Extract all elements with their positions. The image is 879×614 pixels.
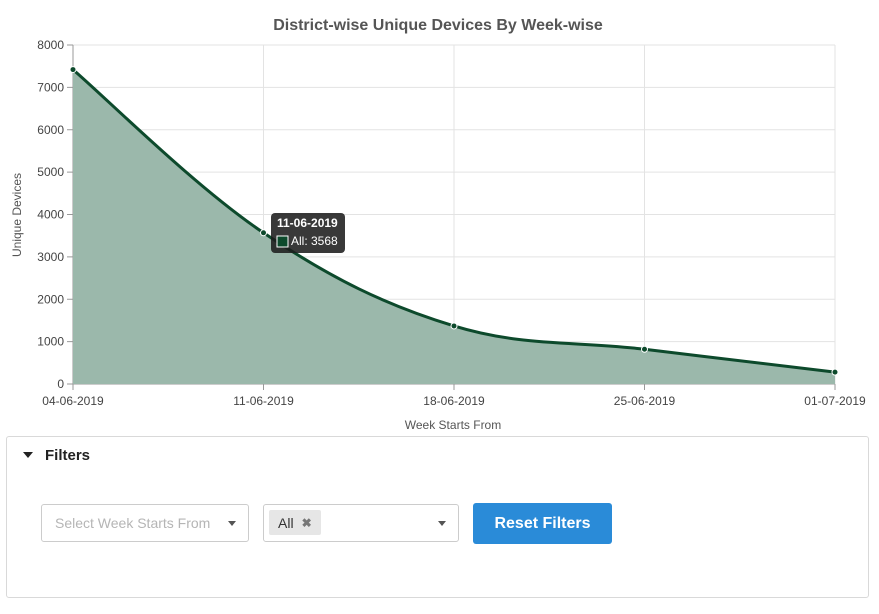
y-tick-label: 4000: [37, 208, 64, 222]
filters-toggle[interactable]: Filters: [23, 447, 90, 464]
data-point: [69, 66, 77, 74]
y-tick-label: 8000: [37, 38, 64, 52]
x-tick-label: 25-06-2019: [614, 394, 676, 408]
caret-down-icon: [23, 451, 33, 458]
x-tick-label: 18-06-2019: [423, 394, 485, 408]
y-axis-label: Unique Devices: [10, 173, 24, 257]
x-tick-label: 04-06-2019: [42, 394, 104, 408]
filters-title: Filters: [45, 447, 91, 464]
y-axis-ticks: 0 1000 2000 3000 4000 5000 6000 7000 8000: [37, 38, 64, 391]
reset-filters-button[interactable]: Reset Filters: [473, 503, 612, 544]
dropdown-arrow-icon: [228, 521, 236, 526]
filters-panel: Filters Select Week Starts From All ✖ Re…: [6, 436, 869, 598]
district-select[interactable]: All ✖: [263, 504, 459, 542]
x-tick-label: 01-07-2019: [804, 394, 866, 408]
data-point: [641, 345, 648, 353]
x-tick-label: 11-06-2019: [233, 394, 294, 408]
y-tick-label: 2000: [37, 292, 64, 306]
y-tick-label: 6000: [37, 123, 64, 137]
tooltip: 11-06-2019 All: 3568: [271, 213, 345, 253]
selected-tag: All ✖: [269, 510, 321, 535]
y-tick-label: 5000: [37, 165, 64, 179]
data-point: [450, 322, 458, 330]
x-axis-label: Week Starts From: [405, 418, 501, 432]
data-point: [260, 229, 267, 237]
x-axis-ticks: 04-06-2019 11-06-2019 18-06-2019 25-06-2019…: [42, 394, 866, 408]
remove-tag-icon[interactable]: ✖: [302, 516, 312, 530]
area-chart: District-wise Unique Devices By Week-wis…: [10, 17, 866, 432]
week-select-placeholder: Select Week Starts From: [55, 515, 211, 531]
data-point: [831, 368, 839, 376]
week-starts-select[interactable]: Select Week Starts From: [41, 504, 249, 542]
dropdown-arrow-icon: [438, 521, 446, 526]
y-tick-label: 7000: [37, 80, 64, 94]
chart-title: District-wise Unique Devices By Week-wis…: [273, 17, 603, 34]
tooltip-title: 11-06-2019: [277, 216, 338, 230]
y-tick-label: 3000: [37, 250, 64, 264]
selected-tag-label: All: [278, 514, 294, 531]
y-tick-label: 0: [57, 377, 64, 391]
y-tick-label: 1000: [37, 335, 64, 349]
tooltip-swatch: [276, 235, 289, 248]
tooltip-value: All: 3568: [291, 234, 338, 248]
